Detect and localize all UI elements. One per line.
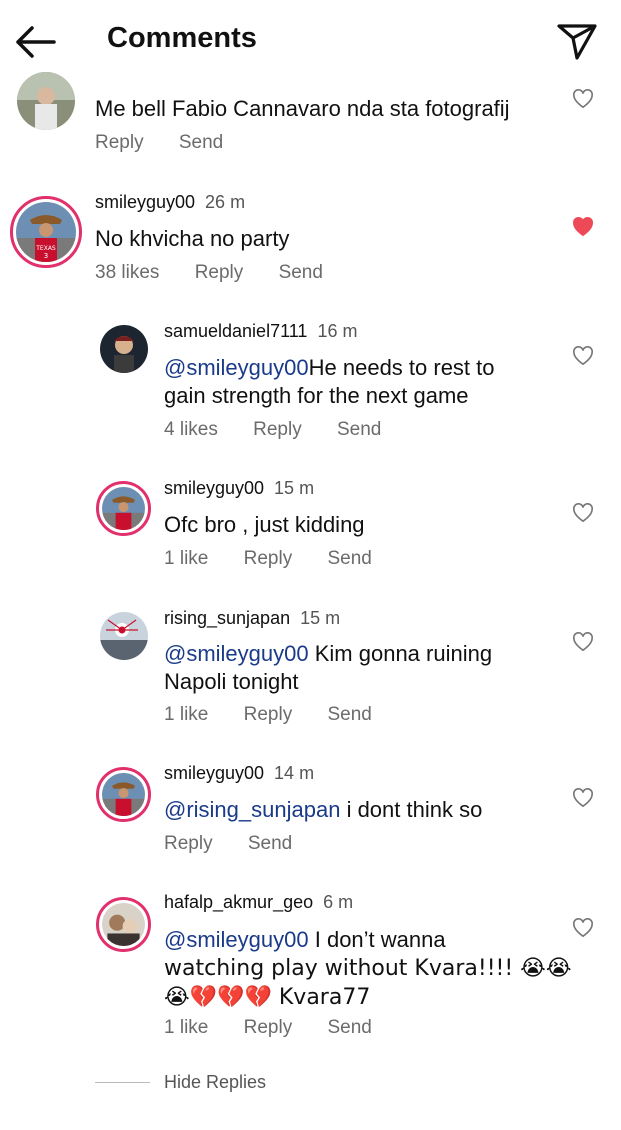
reply-button[interactable]: Reply: [195, 262, 244, 283]
heart-filled-icon[interactable]: [572, 217, 594, 237]
timestamp: 16 m: [317, 321, 358, 341]
page-title: Comments: [107, 22, 257, 54]
mention-link[interactable]: @rising_sunjapan: [164, 797, 340, 822]
svg-text:TEXAS: TEXAS: [35, 245, 56, 252]
timestamp: 15 m: [274, 478, 315, 498]
timestamp: 15 m: [300, 608, 341, 628]
comment-text: Ofc bro , just kidding: [164, 512, 365, 537]
username[interactable]: hafalp_akmur_geo: [164, 892, 313, 912]
avatar[interactable]: [100, 612, 148, 660]
heart-icon[interactable]: [572, 918, 594, 938]
heart-icon[interactable]: [572, 503, 594, 523]
comment-text-line: Napoli tonight: [164, 669, 299, 694]
username[interactable]: smileyguy00: [164, 763, 264, 783]
avatar[interactable]: TEXAS 3: [10, 196, 82, 268]
heart-icon[interactable]: [572, 89, 594, 109]
send-button[interactable]: Send: [328, 1017, 372, 1038]
reply-button[interactable]: Reply: [244, 704, 293, 725]
username[interactable]: smileyguy00: [95, 192, 195, 212]
heart-icon[interactable]: [572, 788, 594, 808]
mention-link[interactable]: @smileyguy00: [164, 355, 309, 380]
comment-text: @smileyguy00 Kim gonna ruining Napoli to…: [164, 640, 492, 696]
comment-text-line: He needs to rest to: [308, 355, 495, 380]
comment-text-line: gain strength for the next game: [164, 383, 469, 408]
comment-text-line: 😭💔💔💔 Kvara77: [164, 985, 371, 1010]
reply-button[interactable]: Reply: [244, 548, 293, 569]
reply-button[interactable]: Reply: [244, 1017, 293, 1038]
send-button[interactable]: Send: [328, 704, 372, 725]
comment-text: @rising_sunjapan i dont think so: [164, 796, 482, 824]
likes-count[interactable]: 1 like: [164, 548, 208, 569]
username[interactable]: samueldaniel7111: [164, 321, 307, 341]
svg-text:3: 3: [44, 252, 48, 260]
likes-count[interactable]: 38 likes: [95, 262, 159, 283]
reply-button[interactable]: Reply: [95, 132, 144, 153]
send-button[interactable]: Send: [179, 132, 223, 153]
send-button[interactable]: Send: [328, 548, 372, 569]
comment-text: Me bell Fabio Cannavaro nda sta fotograf…: [95, 96, 510, 121]
reply-button[interactable]: Reply: [253, 419, 302, 440]
avatar[interactable]: [100, 325, 148, 373]
username[interactable]: smileyguy00: [164, 478, 264, 498]
mention-link[interactable]: @smileyguy00: [164, 641, 309, 666]
likes-count[interactable]: 4 likes: [164, 419, 218, 440]
comment-text: @smileyguy00He needs to rest to gain str…: [164, 354, 495, 410]
avatar[interactable]: [96, 897, 151, 952]
send-button[interactable]: Send: [337, 419, 381, 440]
back-arrow-icon[interactable]: [14, 24, 56, 60]
comment-text: No khvicha no party: [95, 226, 290, 251]
likes-count[interactable]: 1 like: [164, 1017, 208, 1038]
timestamp: 14 m: [274, 763, 315, 783]
timestamp: 6 m: [323, 892, 354, 912]
reply-button[interactable]: Reply: [164, 833, 213, 854]
comment-text-line: watching play without Kvara!!!! 😭😭: [164, 956, 572, 981]
send-button[interactable]: Send: [248, 833, 292, 854]
heart-icon[interactable]: [572, 346, 594, 366]
comment-text-line: Kim gonna ruining: [308, 641, 493, 666]
send-icon[interactable]: [556, 22, 598, 62]
username[interactable]: rising_sunjapan: [164, 608, 290, 628]
divider: [95, 1082, 150, 1083]
comment-text-line: i dont think so: [340, 797, 483, 822]
mention-link[interactable]: @smileyguy00: [164, 927, 309, 952]
hide-replies-button[interactable]: Hide Replies: [164, 1072, 266, 1093]
avatar[interactable]: [17, 72, 75, 130]
avatar[interactable]: [96, 767, 151, 822]
avatar[interactable]: [96, 481, 151, 536]
comment-text-line: I don’t wanna: [308, 927, 446, 952]
timestamp: 26 m: [205, 192, 246, 212]
comment-text: @smileyguy00 I don’t wanna watching play…: [164, 926, 572, 1012]
likes-count[interactable]: 1 like: [164, 704, 208, 725]
send-button[interactable]: Send: [279, 262, 323, 283]
heart-icon[interactable]: [572, 632, 594, 652]
